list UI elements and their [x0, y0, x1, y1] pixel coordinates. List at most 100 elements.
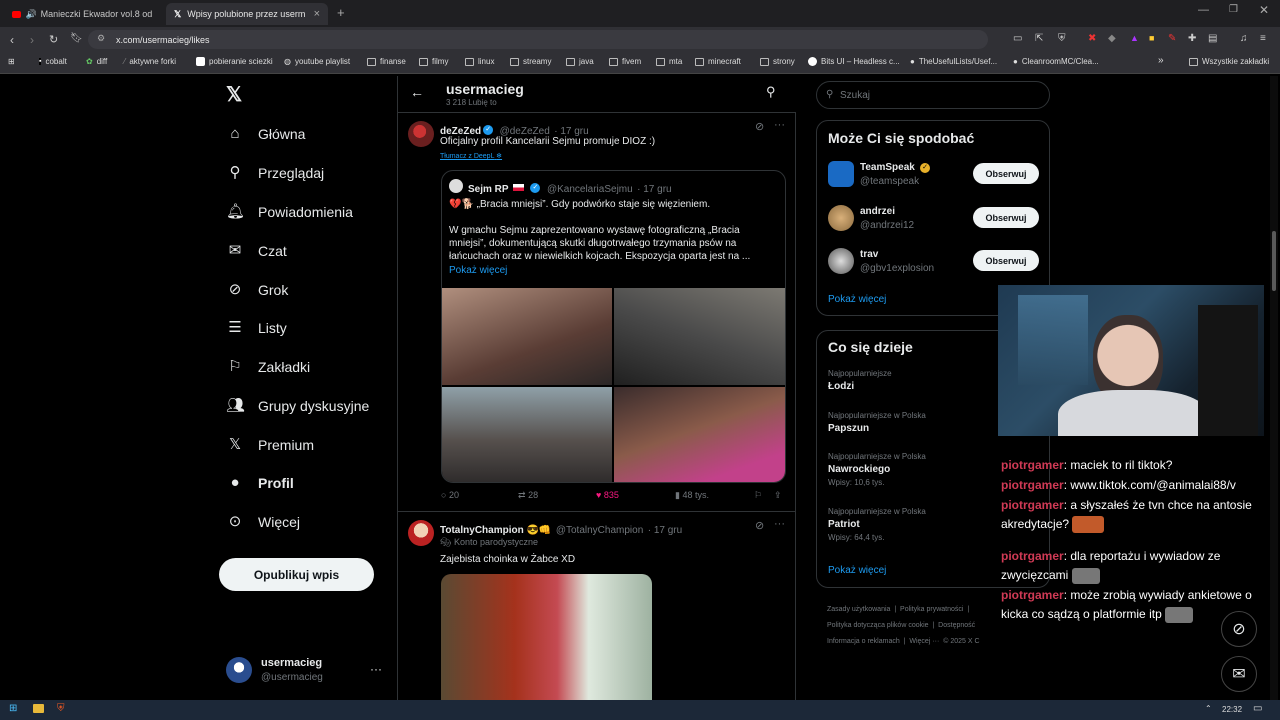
translate-link[interactable]: Tłumacz z DeepL ❄ [440, 152, 502, 160]
like-button[interactable]: ♥ 835 [596, 490, 619, 500]
scrollbar[interactable] [1270, 76, 1278, 700]
reload-icon[interactable]: ↻ [49, 33, 58, 46]
search-input[interactable]: Szukaj [840, 90, 870, 101]
bookmark-page-icon[interactable]: 🔖︎ [70, 33, 83, 44]
extension-icon[interactable]: ✖ [1088, 33, 1096, 44]
x-logo-icon[interactable]: 𝕏 [226, 82, 242, 107]
extension-icon[interactable]: ▲ [1130, 33, 1139, 43]
bookmark-cobalt[interactable]: ▪ cobalt [39, 57, 67, 66]
follow-button[interactable]: Obserwuj [973, 207, 1039, 228]
bookmark-folder-filmy[interactable]: filmy [419, 57, 448, 66]
grok-icon[interactable]: ⊘ [755, 519, 764, 532]
photo[interactable] [441, 574, 652, 700]
tab-youtube[interactable]: 🔊 Manieczki Ekwador vol.8 od Mała [4, 3, 160, 25]
bookmark-bits-ui[interactable]: Bits UI – Headless c... [808, 57, 900, 66]
follow-button[interactable]: Obserwuj [973, 163, 1039, 184]
avatar[interactable] [408, 520, 434, 546]
bookmark-folder-strony[interactable]: strony [760, 57, 795, 66]
bookmark-pobieranie[interactable]: pobieranie sciezki [196, 57, 273, 66]
repost-button[interactable]: ⇄ 28 [518, 490, 538, 501]
menu-icon[interactable]: ≡ [1260, 33, 1266, 44]
photo[interactable] [442, 288, 612, 385]
windows-start-icon[interactable]: ⊞ [9, 703, 17, 714]
nav-premium[interactable]: 𝕏 Premium [226, 436, 314, 454]
messages-fab[interactable]: ✉ [1221, 656, 1257, 692]
photo[interactable] [614, 387, 785, 482]
bookmark-useful-lists[interactable]: ● TheUsefulLists/Usef... [910, 57, 997, 66]
grok-icon[interactable]: ⊘ [755, 120, 764, 133]
media-icon[interactable]: ♫ [1240, 33, 1248, 44]
tweet[interactable]: TotalnyChampion 😎👊 @TotalnyChampion · 17… [398, 513, 796, 700]
account-switcher[interactable]: usermacieg @usermacieg ··· [226, 654, 386, 686]
bookmark-folder-streamy[interactable]: streamy [510, 57, 551, 66]
nav-communities[interactable]: 👥︎ Grupy dyskusyjne [226, 397, 369, 415]
back-arrow-icon[interactable]: ← [410, 84, 424, 100]
nav-notifications[interactable]: 🔔︎ Powiadomienia [226, 203, 353, 221]
share-icon[interactable]: ⇪ [774, 490, 782, 501]
views-button[interactable]: ▮ 48 tys. [675, 490, 709, 501]
more-icon[interactable]: ··· [774, 518, 785, 530]
shield-icon[interactable]: ⛨ [1058, 33, 1066, 44]
tweet[interactable]: deZeZed ✓ @deZeZed · 17 gru ⊘ ··· Oficjal… [398, 114, 796, 512]
bookmark-folder-fivem[interactable]: fivem [609, 57, 641, 66]
new-tab-button[interactable]: + [337, 5, 345, 20]
extension-icon[interactable]: ■ [1149, 33, 1154, 43]
bookmark-folder-linux[interactable]: linux [465, 57, 494, 66]
bookmark-folder-minecraft[interactable]: minecraft [695, 57, 741, 66]
back-icon[interactable]: ‹ [10, 33, 14, 47]
bookmark-aktywne-forki[interactable]: ⁄ aktywne forki [124, 57, 176, 66]
extension-icon[interactable]: ◆ [1108, 33, 1116, 44]
notifications-icon[interactable]: ▭ [1253, 703, 1262, 714]
bookmarks-overflow[interactable]: » [1158, 55, 1164, 66]
trend-item[interactable]: Najpopularniejsze w Polska Patriot Wpisy… [828, 507, 926, 542]
nav-messages[interactable]: ✉ Czat [226, 242, 287, 260]
tab-x[interactable]: 𝕏 Wpisy polubione przez usermac × [166, 3, 328, 25]
nav-home[interactable]: ⌂ Główna [226, 125, 305, 143]
suggested-user[interactable]: andrzei @andrzei12 Obserwuj [817, 204, 1049, 234]
bookmark-cleanroom[interactable]: ● CleanroomMC/Clea... [1013, 57, 1099, 66]
nav-profile[interactable]: ● Profil [226, 474, 293, 492]
browser-taskbar-icon[interactable]: ⛨ [57, 703, 65, 714]
bookmark-folder-mta[interactable]: mta [656, 57, 682, 66]
show-more-link[interactable]: Pokaż więcej [828, 565, 886, 576]
more-icon[interactable]: ··· [370, 662, 382, 676]
scrollbar-thumb[interactable] [1272, 231, 1276, 291]
photo[interactable] [614, 288, 785, 385]
site-info-icon[interactable]: ⚙ [97, 33, 105, 44]
forward-icon[interactable]: › [30, 33, 34, 47]
suggested-user[interactable]: TeamSpeak ✓ @teamspeak Obserwuj [817, 160, 1049, 190]
taskbar-clock[interactable]: 22:32 [1222, 705, 1242, 714]
extension-icon[interactable]: ✎ [1168, 33, 1176, 44]
nav-bookmarks[interactable]: ⚐ Zakładki [226, 358, 310, 376]
search-box[interactable]: ⚲ Szukaj [816, 81, 1050, 109]
bookmark-folder-java[interactable]: java [566, 57, 594, 66]
bookmark-youtube-playlist[interactable]: ◍ youtube playlist [284, 57, 350, 66]
restore-icon[interactable]: ❐ [1229, 4, 1238, 15]
nav-more[interactable]: ⊙ Więcej [226, 513, 300, 531]
nav-explore[interactable]: ⚲ Przeglądaj [226, 164, 325, 182]
address-bar[interactable]: ⚙ x.com/usermacieg/likes [88, 30, 988, 49]
show-more-link[interactable]: Pokaż więcej [449, 265, 507, 276]
share-icon[interactable]: ⇱ [1035, 33, 1043, 44]
photo[interactable] [442, 387, 612, 482]
nav-grok[interactable]: ⊘ Grok [226, 281, 289, 299]
grok-fab[interactable]: ⊘ [1221, 611, 1257, 647]
close-window-icon[interactable]: ✕ [1259, 3, 1269, 17]
sidebar-icon[interactable]: ▤ [1208, 33, 1217, 44]
more-icon[interactable]: ··· [774, 119, 785, 131]
show-more-link[interactable]: Pokaż więcej [828, 294, 886, 305]
bookmark-diff[interactable]: ✿ diff [86, 57, 107, 66]
bookmark-icon[interactable]: ⚐ [754, 490, 762, 501]
bookmark-folder-finanse[interactable]: finanse [367, 57, 406, 66]
trend-item[interactable]: Najpopularniejsze Łodzi [828, 369, 892, 392]
quote-tweet[interactable]: Sejm RP ✓ @KancelariaSejmu · 17 gru 💔🐕 „… [441, 170, 786, 483]
nav-lists[interactable]: ☰ Listy [226, 319, 287, 337]
trend-item[interactable]: Najpopularniejsze w Polska Nawrockiego W… [828, 452, 926, 487]
file-explorer-icon[interactable] [33, 704, 44, 713]
close-icon[interactable]: × [314, 8, 320, 20]
puzzle-icon[interactable]: ✚ [1188, 33, 1196, 44]
trend-item[interactable]: Najpopularniejsze w Polska Papszun [828, 411, 926, 434]
tray-chevron-icon[interactable]: ⌃ [1205, 704, 1212, 713]
avatar[interactable] [408, 121, 434, 147]
follow-button[interactable]: Obserwuj [973, 250, 1039, 271]
